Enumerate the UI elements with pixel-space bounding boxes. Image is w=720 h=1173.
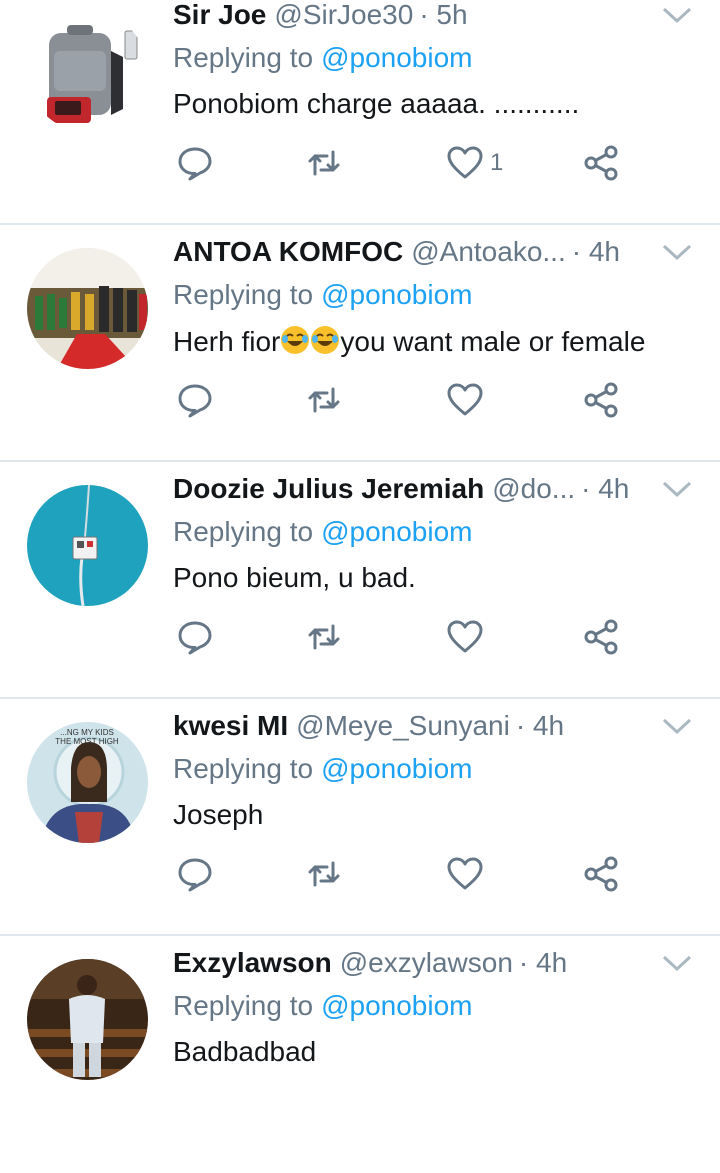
user-handle[interactable]: @Antoako... — [411, 236, 566, 274]
reply-to-link[interactable]: @ponobiom — [321, 279, 472, 310]
timestamp: · 4h — [515, 710, 565, 741]
chevron-down-icon[interactable] — [660, 241, 694, 263]
tweet-actions: 1 — [0, 133, 720, 193]
tears-of-joy-emoji-icon — [311, 326, 340, 354]
retweet-icon — [308, 150, 340, 176]
timestamp: · 4h — [518, 947, 568, 978]
chevron-down-icon[interactable] — [660, 478, 694, 500]
chevron-down-icon[interactable] — [660, 715, 694, 737]
avatar[interactable]: ...NG MY KIDS THE MOST HIGH — [27, 722, 148, 843]
reply-to-link[interactable]: @ponobiom — [321, 990, 472, 1021]
reply-to-link[interactable]: @ponobiom — [321, 42, 472, 73]
share-icon — [584, 856, 618, 892]
timestamp: · 4h — [571, 236, 620, 267]
wall-socket-avatar-image — [27, 485, 148, 606]
like-button[interactable] — [446, 370, 490, 430]
tweet-actions — [0, 607, 720, 667]
like-icon — [447, 620, 483, 653]
tweet-text: Badbadbad — [173, 1036, 317, 1067]
replying-to-label: Replying to — [173, 753, 314, 784]
share-button[interactable] — [582, 607, 620, 667]
share-icon — [584, 619, 618, 655]
tweet-text: Herh fior you want male or female — [173, 325, 645, 358]
user-handle[interactable]: @do... — [492, 473, 575, 511]
tweet-actions — [0, 844, 720, 904]
like-button[interactable] — [446, 607, 490, 667]
reply-to-link[interactable]: @ponobiom — [321, 516, 472, 547]
user-handle[interactable]: @exzylawson — [340, 947, 513, 985]
tweet-text-part: Herh fior — [173, 326, 281, 357]
man-in-church-avatar-image — [27, 959, 148, 1080]
retweet-icon — [308, 624, 340, 650]
reply-tweet[interactable]: Exzylawson @exzylawson · 4h Replying to @… — [0, 936, 720, 1173]
replying-to-label: Replying to — [173, 279, 314, 310]
replying-to-line: Replying to @ponobiom — [173, 753, 473, 785]
reply-tweet[interactable]: Sir Joe @SirJoe30 · 5h Replying to @ponob… — [0, 0, 720, 225]
like-icon — [447, 857, 483, 890]
group-photo-avatar-image — [27, 248, 148, 369]
like-button[interactable] — [446, 844, 490, 904]
reply-to-link[interactable]: @ponobiom — [321, 753, 472, 784]
retweet-icon — [308, 861, 340, 887]
retweet-button[interactable] — [305, 133, 343, 193]
retweet-button[interactable] — [305, 844, 343, 904]
display-name[interactable]: ANTOA KOMFOC — [173, 236, 403, 274]
replying-to-label: Replying to — [173, 42, 314, 73]
tears-of-joy-emoji-icon — [281, 326, 310, 354]
share-icon — [584, 145, 618, 181]
reply-icon — [178, 858, 212, 892]
reply-icon — [178, 621, 212, 655]
share-icon — [584, 382, 618, 418]
avatar[interactable] — [27, 485, 148, 606]
reply-button[interactable] — [176, 370, 214, 430]
replying-to-label: Replying to — [173, 990, 314, 1021]
avatar[interactable] — [27, 248, 148, 369]
avatar[interactable] — [27, 959, 148, 1080]
display-name[interactable]: Exzylawson — [173, 947, 332, 985]
display-name[interactable]: Doozie Julius Jeremiah — [173, 473, 484, 511]
reply-tweet[interactable]: Doozie Julius Jeremiah @do... · 4h Reply… — [0, 462, 720, 699]
reply-icon — [178, 384, 212, 418]
reply-tweet[interactable]: ...NG MY KIDS THE MOST HIGH kwesi MI @Me… — [0, 699, 720, 936]
portrait-avatar-image: ...NG MY KIDS THE MOST HIGH — [27, 722, 148, 843]
like-icon — [447, 146, 483, 179]
backpack-avatar-image — [27, 11, 148, 132]
replying-to-label: Replying to — [173, 516, 314, 547]
avatar-caption: ...NG MY KIDS — [60, 728, 114, 737]
replying-to-line: Replying to @ponobiom — [173, 279, 473, 311]
display-name[interactable]: kwesi MI — [173, 710, 288, 748]
share-button[interactable] — [582, 844, 620, 904]
retweet-button[interactable] — [305, 370, 343, 430]
tweet-text: Pono bieum, u bad. — [173, 562, 416, 593]
like-button[interactable]: 1 — [446, 133, 503, 193]
like-icon — [447, 383, 483, 416]
avatar-caption: THE MOST HIGH — [55, 737, 119, 746]
replying-to-line: Replying to @ponobiom — [173, 990, 473, 1022]
replying-to-line: Replying to @ponobiom — [173, 516, 473, 548]
chevron-down-icon[interactable] — [660, 952, 694, 974]
tweet-actions — [0, 370, 720, 430]
reply-tweet[interactable]: ANTOA KOMFOC @Antoako... · 4h Replying t… — [0, 225, 720, 462]
user-handle[interactable]: @SirJoe30 — [274, 0, 413, 37]
tweet-text: Joseph — [173, 799, 264, 830]
reply-button[interactable] — [176, 607, 214, 667]
tweet-text-part: you want male or female — [340, 326, 646, 357]
replying-to-line: Replying to @ponobiom — [173, 42, 473, 74]
retweet-icon — [308, 387, 340, 413]
share-button[interactable] — [582, 370, 620, 430]
chevron-down-icon[interactable] — [660, 4, 694, 26]
retweet-button[interactable] — [305, 607, 343, 667]
user-handle[interactable]: @Meye_Sunyani — [296, 710, 510, 748]
reply-icon — [178, 147, 212, 181]
tweet-text: Ponobiom charge aaaaa. ........... — [173, 88, 580, 119]
reply-button[interactable] — [176, 133, 214, 193]
avatar[interactable] — [27, 11, 148, 132]
timestamp: · 5h — [419, 0, 468, 30]
timestamp: · 4h — [581, 473, 630, 504]
reply-button[interactable] — [176, 844, 214, 904]
share-button[interactable] — [582, 133, 620, 193]
like-count: 1 — [490, 149, 504, 176]
display-name[interactable]: Sir Joe — [173, 0, 266, 37]
